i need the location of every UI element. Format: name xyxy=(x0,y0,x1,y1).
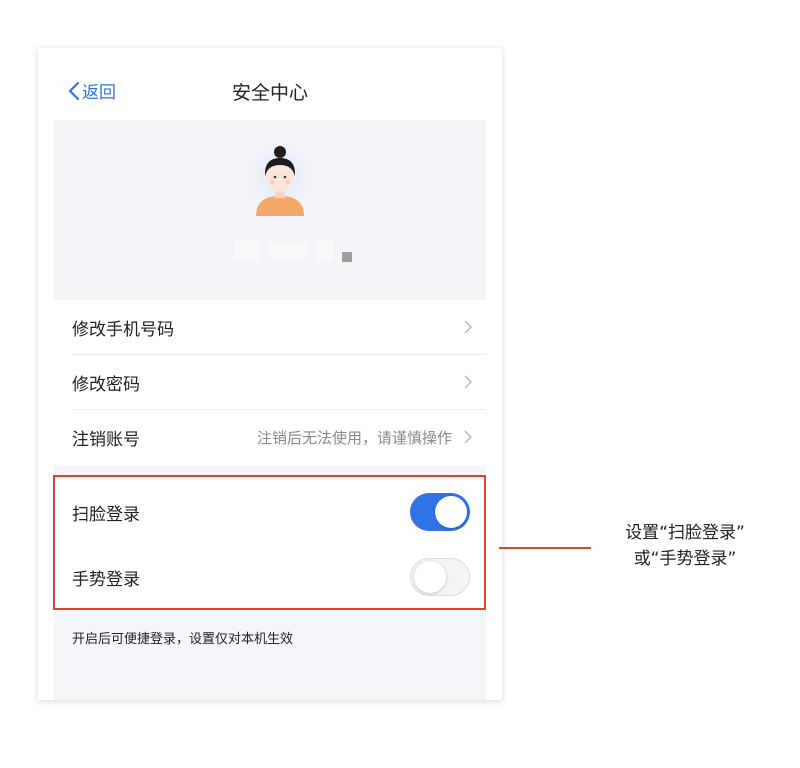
account-menu: 修改手机号码 修改密码 注销账号 注销后无法使用，请谨慎操作 xyxy=(54,300,486,465)
avatar xyxy=(242,138,318,222)
annotation-line-2: 或“手势登录” xyxy=(633,549,737,569)
annotation-line-1: 设置“扫脸登录” xyxy=(625,523,745,543)
menu-item-cancel-account[interactable]: 注销账号 注销后无法使用，请谨慎操作 xyxy=(54,410,486,465)
footer-area: 开启后可便捷登录，设置仅对本机生效 xyxy=(54,610,486,700)
annotation-text: 设置“扫脸登录” 或“手势登录” xyxy=(600,520,770,572)
profile-area xyxy=(54,120,486,300)
chevron-right-icon xyxy=(464,430,472,444)
user-avatar-icon xyxy=(244,142,316,216)
highlight-box xyxy=(53,475,486,610)
menu-item-label: 修改手机号码 xyxy=(72,320,174,340)
footer-note: 开启后可便捷登录，设置仅对本机生效 xyxy=(72,632,294,647)
cancel-account-hint: 注销后无法使用，请谨慎操作 xyxy=(256,429,452,447)
menu-item-change-password[interactable]: 修改密码 xyxy=(54,355,486,410)
menu-item-label: 修改密码 xyxy=(72,375,140,395)
mask-dot xyxy=(342,252,352,262)
chevron-right-icon xyxy=(464,375,472,389)
chevron-right-icon xyxy=(464,320,472,334)
callout-line xyxy=(499,547,591,549)
menu-item-label: 注销账号 xyxy=(72,430,140,450)
menu-item-change-phone[interactable]: 修改手机号码 xyxy=(54,300,486,355)
page-title: 安全中心 xyxy=(231,82,308,104)
nav-bar: 返回 安全中心 xyxy=(38,48,502,120)
masked-username xyxy=(234,238,352,262)
